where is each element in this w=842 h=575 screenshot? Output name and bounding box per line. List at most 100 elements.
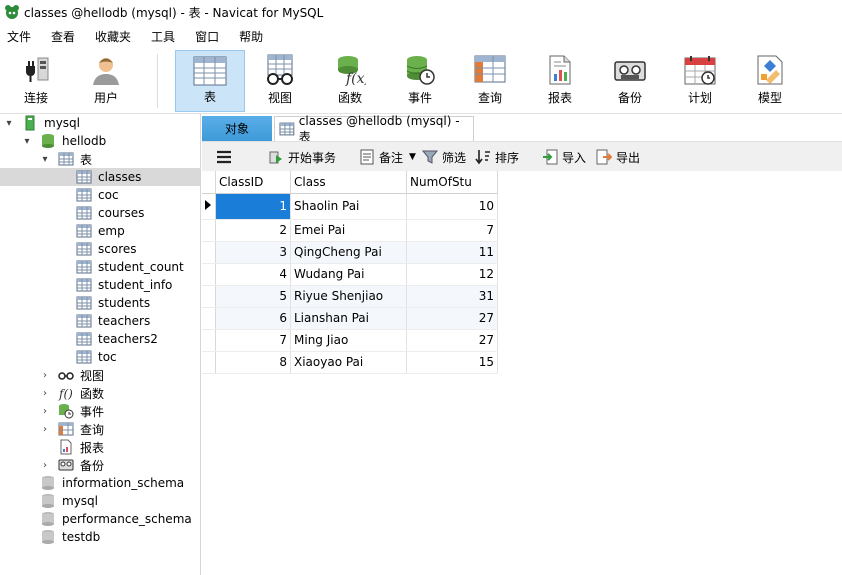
- tree-table-toc[interactable]: toc: [0, 348, 200, 366]
- menu-file[interactable]: 文件: [0, 28, 44, 45]
- sort-button[interactable]: 排序: [475, 148, 519, 166]
- column-header-class[interactable]: Class: [290, 171, 407, 194]
- cell-numofstu[interactable]: 27: [406, 329, 498, 352]
- cell-numofstu[interactable]: 10: [406, 193, 498, 220]
- model-button[interactable]: 模型: [742, 50, 798, 112]
- expand-arrow-icon[interactable]: ›: [40, 388, 50, 399]
- connect-button[interactable]: 连接: [8, 50, 64, 112]
- tree-database-hellodb[interactable]: ▾ hellodb: [0, 132, 200, 150]
- collapse-arrow-icon[interactable]: ▾: [4, 118, 14, 129]
- begin-transaction-button[interactable]: 开始事务: [268, 148, 336, 166]
- tree-folder-events[interactable]: › 事件: [0, 402, 200, 420]
- table-row[interactable]: 7 Ming Jiao 27: [202, 329, 498, 352]
- cell-classid[interactable]: 4: [215, 263, 291, 286]
- export-button[interactable]: 导出: [596, 148, 640, 166]
- menu-hamburger-button[interactable]: [216, 148, 232, 166]
- cell-classid[interactable]: 6: [215, 307, 291, 330]
- tree-folder-views[interactable]: › 视图: [0, 366, 200, 384]
- menu-tools[interactable]: 工具: [144, 28, 188, 45]
- tree-table-courses[interactable]: courses: [0, 204, 200, 222]
- menu-window[interactable]: 窗口: [188, 28, 232, 45]
- cell-numofstu[interactable]: 12: [406, 263, 498, 286]
- table-row[interactable]: 8 Xiaoyao Pai 15: [202, 351, 498, 374]
- tree-table-teachers[interactable]: teachers: [0, 312, 200, 330]
- cell-classid[interactable]: 3: [215, 241, 291, 264]
- table-row[interactable]: 6 Lianshan Pai 27: [202, 307, 498, 330]
- collapse-arrow-icon[interactable]: ▾: [40, 154, 50, 165]
- report-button[interactable]: 报表: [532, 50, 588, 112]
- tree-database-testdb[interactable]: testdb: [0, 528, 200, 546]
- cell-classid[interactable]: 7: [215, 329, 291, 352]
- tree-folder-reports[interactable]: 报表: [0, 438, 200, 456]
- tree-table-emp[interactable]: emp: [0, 222, 200, 240]
- backup-button[interactable]: 备份: [602, 50, 658, 112]
- cell-classid[interactable]: 1: [215, 193, 291, 220]
- report-icon: [60, 439, 72, 455]
- query-button[interactable]: 查询: [462, 50, 518, 112]
- cell-class[interactable]: Ming Jiao: [290, 329, 407, 352]
- menu-view[interactable]: 查看: [44, 28, 88, 45]
- tree-table-teachers2[interactable]: teachers2: [0, 330, 200, 348]
- tree-table-students[interactable]: students: [0, 294, 200, 312]
- tree-table-classes[interactable]: classes: [0, 168, 200, 186]
- filter-button[interactable]: 筛选: [422, 148, 466, 166]
- cell-numofstu[interactable]: 31: [406, 285, 498, 308]
- event-label: 事件: [407, 91, 432, 105]
- import-button[interactable]: 导入: [542, 148, 586, 166]
- cell-class[interactable]: Shaolin Pai: [290, 193, 407, 220]
- function-button[interactable]: f(x) 函数: [322, 50, 378, 112]
- table-button[interactable]: 表: [175, 50, 245, 112]
- table-row[interactable]: 5 Riyue Shenjiao 31: [202, 285, 498, 308]
- tab-objects[interactable]: 对象: [202, 116, 272, 141]
- function-icon: f(): [58, 387, 73, 401]
- expand-arrow-icon[interactable]: ›: [40, 370, 50, 381]
- menu-favorites[interactable]: 收藏夹: [88, 28, 144, 45]
- tree-database-performance-schema[interactable]: performance_schema: [0, 510, 200, 528]
- expand-arrow-icon[interactable]: ›: [40, 406, 50, 417]
- expand-arrow-icon[interactable]: ›: [40, 460, 50, 471]
- cell-classid[interactable]: 2: [215, 219, 291, 242]
- tree-folder-functions[interactable]: › f() 函数: [0, 384, 200, 402]
- cell-numofstu[interactable]: 15: [406, 351, 498, 374]
- cell-class[interactable]: Emei Pai: [290, 219, 407, 242]
- memo-button[interactable]: 备注 ▼: [359, 148, 416, 166]
- schedule-button[interactable]: 计划: [672, 50, 728, 112]
- cell-numofstu[interactable]: 7: [406, 219, 498, 242]
- table-row[interactable]: 2 Emei Pai 7: [202, 219, 498, 242]
- tree-table-student-count[interactable]: student_count: [0, 258, 200, 276]
- view-button[interactable]: 视图: [252, 50, 308, 112]
- import-label: 导入: [562, 150, 587, 165]
- cell-class[interactable]: QingCheng Pai: [290, 241, 407, 264]
- tree-table-student-info[interactable]: student_info: [0, 276, 200, 294]
- tree-table-scores[interactable]: scores: [0, 240, 200, 258]
- tree-folder-backups[interactable]: › 备份: [0, 456, 200, 474]
- expand-arrow-icon[interactable]: ›: [40, 424, 50, 435]
- tree-database-mysql[interactable]: mysql: [0, 492, 200, 510]
- tab-classes-table[interactable]: classes @hellodb (mysql) - 表: [274, 114, 474, 144]
- collapse-arrow-icon[interactable]: ▾: [22, 136, 32, 147]
- tree-label: 表: [80, 152, 93, 167]
- tree-connection-mysql[interactable]: ▾ mysql: [0, 114, 200, 132]
- cell-classid[interactable]: 8: [215, 351, 291, 374]
- cell-numofstu[interactable]: 11: [406, 241, 498, 264]
- column-header-numofstu[interactable]: NumOfStu: [406, 171, 498, 194]
- event-button[interactable]: 事件: [392, 50, 448, 112]
- report-label: 报表: [547, 91, 572, 105]
- cell-numofstu[interactable]: 27: [406, 307, 498, 330]
- cell-class[interactable]: Wudang Pai: [290, 263, 407, 286]
- tree-database-information-schema[interactable]: information_schema: [0, 474, 200, 492]
- table-row[interactable]: 1 Shaolin Pai 10: [202, 193, 498, 220]
- tree-folder-queries[interactable]: › 查询: [0, 420, 200, 438]
- cell-class[interactable]: Xiaoyao Pai: [290, 351, 407, 374]
- user-button[interactable]: 用户: [78, 50, 134, 112]
- cell-class[interactable]: Lianshan Pai: [290, 307, 407, 330]
- cell-classid[interactable]: 5: [215, 285, 291, 308]
- dropdown-arrow-icon[interactable]: ▼: [409, 152, 416, 162]
- menu-help[interactable]: 帮助: [232, 28, 276, 45]
- table-row[interactable]: 4 Wudang Pai 12: [202, 263, 498, 286]
- table-row[interactable]: 3 QingCheng Pai 11: [202, 241, 498, 264]
- cell-class[interactable]: Riyue Shenjiao: [290, 285, 407, 308]
- tree-table-coc[interactable]: coc: [0, 186, 200, 204]
- column-header-classid[interactable]: ClassID: [215, 171, 291, 194]
- tree-folder-tables[interactable]: ▾ 表: [0, 150, 200, 168]
